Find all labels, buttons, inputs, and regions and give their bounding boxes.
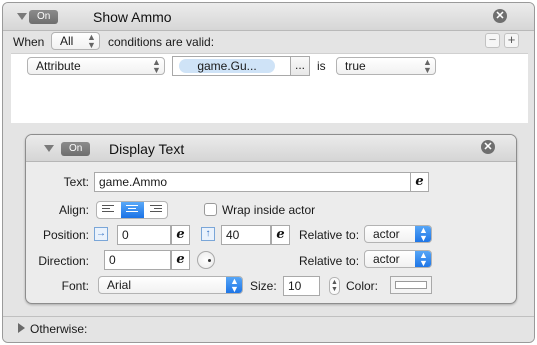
direction-input[interactable]: 0 [104,250,171,270]
when-select-value: All [60,34,74,48]
rule-header: On Show Ammo ✕ [3,3,534,31]
rule-panel: On Show Ammo ✕ When All ▲ ▼ conditions ar… [2,2,535,343]
up-down-arrows-icon: ▲ ▼ [152,57,161,75]
font-value: Arial [107,278,132,292]
behavior-collapse-triangle-icon[interactable] [44,145,54,152]
align-right-icon [150,205,163,215]
display-text-behavior: On Display Text ✕ Text: game.Ammo e Alig… [25,134,517,304]
text-input[interactable]: game.Ammo [94,172,411,192]
text-expression-icon[interactable]: e [410,172,429,192]
condition-type-select[interactable]: Attribute ▲ ▼ [27,57,165,75]
align-segmented-control[interactable] [96,201,168,219]
behavior-close-icon[interactable]: ✕ [481,140,495,154]
attribute-token[interactable]: game.Gu... [179,59,275,73]
rule-title[interactable]: Show Ammo [93,9,172,25]
up-down-arrows-icon: ▲ ▼ [226,277,242,293]
position-relative-label: Relative to: [299,228,360,242]
add-condition-button[interactable]: + [504,33,519,48]
color-swatch [395,281,427,289]
position-y-input[interactable]: 40 [221,225,271,245]
direction-relative-value: actor [373,252,400,266]
direction-label: Direction: [38,254,89,268]
direction-relative-label: Relative to: [299,254,360,268]
font-select[interactable]: Arial ▲ ▼ [98,276,243,294]
size-label: Size: [250,279,277,293]
color-label: Color: [346,279,379,293]
up-down-arrows-icon: ▲ ▼ [87,32,96,50]
font-label: Font: [61,279,89,293]
y-arrow-icon: ↑ [201,227,215,241]
align-center-icon [126,205,139,215]
align-right-button[interactable] [145,202,167,218]
remove-condition-button[interactable]: − [485,33,500,48]
expand-triangle-icon[interactable] [18,323,25,333]
condition-value-select[interactable]: true ▲ ▼ [336,57,436,75]
color-well[interactable] [390,276,432,294]
direction-expression-icon[interactable]: e [171,250,190,270]
up-down-arrows-icon: ▲ ▼ [415,251,431,267]
x-arrow-icon: → [94,227,108,241]
conditions-label: conditions are valid: [108,35,215,49]
rule-close-icon[interactable]: ✕ [493,9,507,23]
operator-label: is [317,59,326,73]
condition-value: true [345,59,366,73]
otherwise-section: Otherwise: [3,316,534,342]
size-input[interactable]: 10 [283,276,320,296]
when-select[interactable]: All ▲ ▼ [51,32,100,50]
behavior-title[interactable]: Display Text [109,141,184,157]
when-label: When [13,35,45,49]
position-relative-value: actor [373,227,400,241]
condition-type-value: Attribute [36,59,81,73]
direction-relative-select[interactable]: actor ▲ ▼ [364,250,432,268]
text-label: Text: [63,175,89,189]
behavior-on-toggle[interactable]: On [61,142,91,156]
align-left-icon [102,205,115,215]
align-left-button[interactable] [97,202,120,218]
position-relative-select[interactable]: actor ▲ ▼ [364,225,432,243]
direction-dial-icon[interactable] [197,251,215,269]
position-x-expression-icon[interactable]: e [171,225,190,245]
conditions-panel: Attribute ▲ ▼ game.Gu... ... is true ▲ ▼ [11,53,528,123]
attribute-picker-button[interactable]: ... [290,56,310,76]
up-down-arrows-icon: ▲ ▼ [423,57,432,75]
wrap-label: Wrap inside actor [222,203,316,217]
behavior-header: On Display Text ✕ [26,135,516,162]
position-x-input[interactable]: 0 [117,225,171,245]
position-label: Position: [42,228,89,242]
wrap-checkbox[interactable] [204,203,217,216]
size-stepper[interactable]: ▲ ▼ [329,277,340,295]
collapse-triangle-icon[interactable] [17,13,27,20]
attribute-field[interactable]: game.Gu... ... [172,56,310,76]
up-down-arrows-icon: ▲ ▼ [415,226,431,242]
rule-on-toggle[interactable]: On [29,10,59,24]
otherwise-label[interactable]: Otherwise: [30,322,87,336]
position-y-expression-icon[interactable]: e [271,225,290,245]
align-center-button[interactable] [121,202,144,218]
align-label: Align: [58,203,89,217]
